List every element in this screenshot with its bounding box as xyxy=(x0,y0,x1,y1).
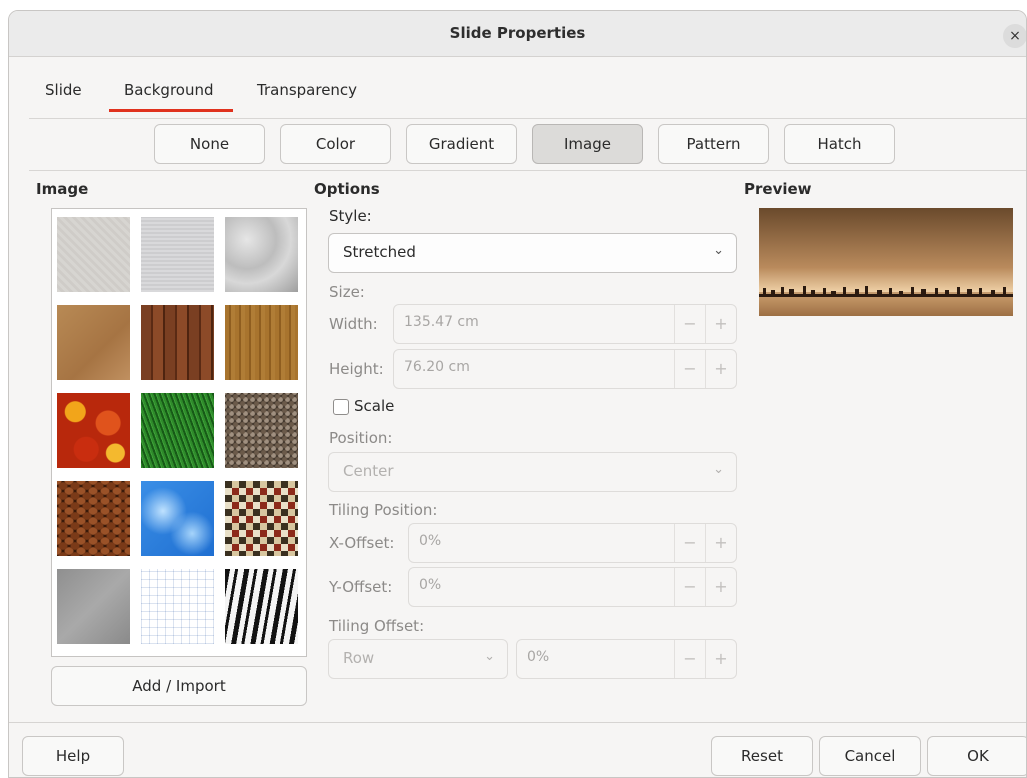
fill-color-button[interactable]: Color xyxy=(280,124,391,164)
position-label: Position: xyxy=(329,429,393,447)
coffee-beans-texture[interactable] xyxy=(57,481,130,556)
height-value: 76.20 cm xyxy=(404,359,470,375)
y-offset-decrement-button[interactable]: − xyxy=(674,568,705,606)
concrete-texture[interactable] xyxy=(57,569,130,644)
tiling-offset-decrement-button[interactable]: − xyxy=(674,640,705,678)
y-offset-value: 0% xyxy=(419,577,442,593)
flamingo-sunset-picture xyxy=(759,208,1013,316)
width-value: 135.47 cm xyxy=(404,314,479,330)
color-stripes-texture[interactable] xyxy=(225,481,298,556)
tab-background[interactable]: Background xyxy=(124,81,214,99)
pebbles-texture[interactable] xyxy=(225,393,298,468)
height-spinbox[interactable]: 76.20 cm − + xyxy=(393,349,737,389)
chevron-down-icon: ⌄ xyxy=(484,649,495,664)
tiling-offset-value: 0% xyxy=(527,649,550,665)
cancel-button[interactable]: Cancel xyxy=(819,736,921,776)
style-select-value: Stretched xyxy=(343,243,416,261)
slide-properties-dialog: Slide Properties × Slide Background Tran… xyxy=(8,10,1027,778)
y-offset-increment-button[interactable]: + xyxy=(705,568,736,606)
tiling-offset-spinbox[interactable]: 0% − + xyxy=(516,639,737,679)
image-heading: Image xyxy=(36,180,89,198)
scale-checkbox[interactable] xyxy=(333,399,349,415)
x-offset-increment-button[interactable]: + xyxy=(705,524,736,562)
size-label: Size: xyxy=(329,283,365,301)
close-icon[interactable]: × xyxy=(1003,24,1026,48)
tiling-position-label: Tiling Position: xyxy=(329,501,438,519)
scale-label: Scale xyxy=(354,397,395,415)
x-offset-label: X-Offset: xyxy=(329,534,395,552)
maple-leaves-texture[interactable] xyxy=(57,393,130,468)
style-label: Style: xyxy=(329,207,372,225)
buttons-separator xyxy=(29,170,1026,171)
x-offset-spinbox[interactable]: 0% − + xyxy=(408,523,737,563)
fill-image-button[interactable]: Image xyxy=(532,124,643,164)
position-select-value: Center xyxy=(343,462,394,480)
x-offset-value: 0% xyxy=(419,533,442,549)
preview-image xyxy=(759,208,1013,316)
chevron-down-icon: ⌄ xyxy=(713,462,724,477)
fence-wood-texture[interactable] xyxy=(141,305,214,380)
preview-heading: Preview xyxy=(744,180,812,198)
fill-none-button[interactable]: None xyxy=(154,124,265,164)
width-spinbox[interactable]: 135.47 cm − + xyxy=(393,304,737,344)
paper-texture[interactable] xyxy=(141,217,214,292)
tab-separator xyxy=(29,118,1026,119)
fill-hatch-button[interactable]: Hatch xyxy=(784,124,895,164)
tiling-offset-label: Tiling Offset: xyxy=(329,617,425,635)
width-increment-button[interactable]: + xyxy=(705,305,736,343)
painted-white-texture[interactable] xyxy=(57,217,130,292)
tiling-offset-mode-value: Row xyxy=(343,649,375,667)
tiling-offset-mode-select[interactable]: Row ⌄ xyxy=(328,639,508,679)
paper-graph-texture[interactable] xyxy=(141,569,214,644)
sky-clouds-texture[interactable] xyxy=(141,481,214,556)
y-offset-label: Y-Offset: xyxy=(329,578,393,596)
tab-bar: Slide Background Transparency xyxy=(9,57,1026,119)
tiling-offset-increment-button[interactable]: + xyxy=(705,640,736,678)
wooden-board-texture[interactable] xyxy=(225,305,298,380)
reset-button[interactable]: Reset xyxy=(711,736,813,776)
fill-pattern-button[interactable]: Pattern xyxy=(658,124,769,164)
options-heading: Options xyxy=(314,180,380,198)
y-offset-spinbox[interactable]: 0% − + xyxy=(408,567,737,607)
paper-crumpled-texture[interactable] xyxy=(225,217,298,292)
active-tab-indicator xyxy=(109,109,233,112)
x-offset-decrement-button[interactable]: − xyxy=(674,524,705,562)
ok-button[interactable]: OK xyxy=(927,736,1026,776)
title-bar[interactable]: Slide Properties × xyxy=(9,11,1026,57)
style-select[interactable]: Stretched ⌄ xyxy=(328,233,737,273)
add-import-button[interactable]: Add / Import xyxy=(51,666,307,706)
image-gallery[interactable] xyxy=(51,208,307,657)
position-select[interactable]: Center ⌄ xyxy=(328,452,737,492)
chevron-down-icon: ⌄ xyxy=(713,243,724,258)
height-decrement-button[interactable]: − xyxy=(674,350,705,388)
footer-separator xyxy=(9,722,1026,723)
zebra-texture[interactable] xyxy=(225,569,298,644)
height-increment-button[interactable]: + xyxy=(705,350,736,388)
dialog-title: Slide Properties xyxy=(449,24,586,42)
fill-gradient-button[interactable]: Gradient xyxy=(406,124,517,164)
height-label: Height: xyxy=(329,360,384,378)
width-decrement-button[interactable]: − xyxy=(674,305,705,343)
help-button[interactable]: Help xyxy=(22,736,124,776)
tab-transparency[interactable]: Transparency xyxy=(257,81,357,99)
parchment-paper-texture[interactable] xyxy=(57,305,130,380)
grass-texture[interactable] xyxy=(141,393,214,468)
tab-slide[interactable]: Slide xyxy=(45,81,82,99)
width-label: Width: xyxy=(329,315,378,333)
